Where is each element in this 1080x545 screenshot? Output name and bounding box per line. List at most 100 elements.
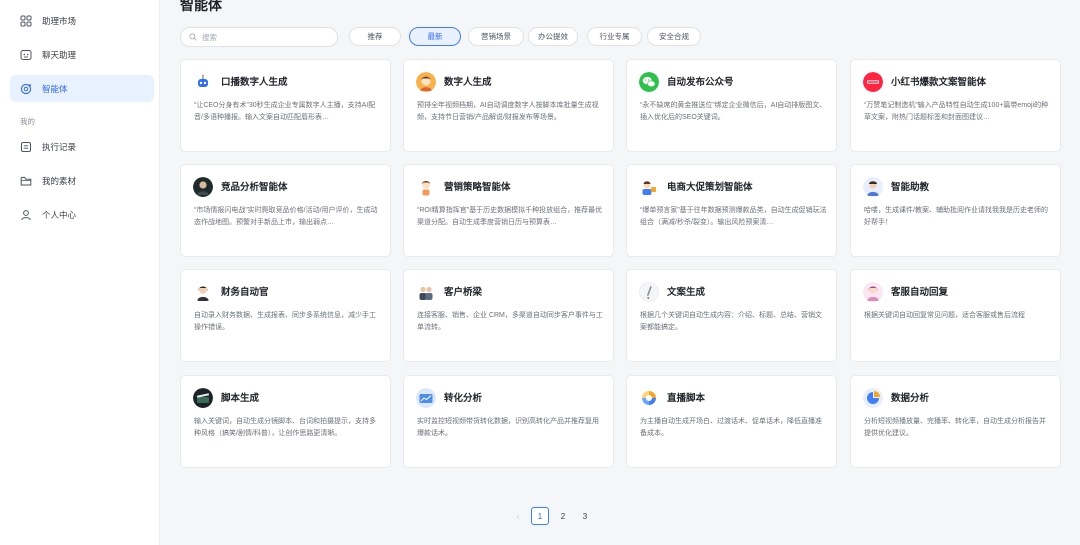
agent-card-desc: 实时监控短视频带货转化数据，识别高转化产品并推荐复用爆款话术。 <box>417 418 599 437</box>
agent-card-title: 智能助教 <box>891 182 930 193</box>
agent-card-title: 竞品分析智能体 <box>221 182 288 193</box>
sidebar-item-label: 个人中心 <box>42 209 77 220</box>
grid-icon <box>20 15 32 27</box>
sidebar-item-label: 我的素材 <box>42 175 77 186</box>
analyst-avatar-icon <box>193 177 213 197</box>
search-input[interactable] <box>202 32 322 42</box>
agent-card[interactable]: 转化分析 实时监控短视频带货转化数据，识别高转化产品并推荐复用爆款话术。 <box>403 375 614 468</box>
bridge-avatar-icon <box>416 282 436 302</box>
folder-icon <box>20 175 32 187</box>
live-avatar-icon <box>639 388 659 408</box>
agent-card-desc: 自动录入财务数据、生成报表、同步多系统信息，减少手工操作错误。 <box>194 312 376 331</box>
agent-card-desc: 为主播自动生成开场白、过渡话术、促单话术，降低直播准备成本。 <box>640 418 822 437</box>
agent-card-title: 客服自动回复 <box>891 287 949 298</box>
agent-card-title: 电商大促策划智能体 <box>667 182 753 193</box>
pagination-page-3[interactable]: 3 <box>576 507 594 525</box>
agent-card-desc: 哈喽，生成课件/教案、辅助批阅作业请找我我是历史老师的好帮手！ <box>864 207 1048 226</box>
agent-card-desc: 预排全年视频档期，AI自动调度数字人按脚本库批量生成视频，支持节日营销/产品解说… <box>417 102 599 121</box>
agent-card-title: 数据分析 <box>891 393 930 404</box>
agent-card[interactable]: 财务自动官 自动录入财务数据、生成报表、同步多系统信息，减少手工操作错误。 <box>180 269 391 362</box>
agent-card[interactable]: 直播脚本 为主播自动生成开场白、过渡话术、促单话术，降低直播准备成本。 <box>626 375 837 468</box>
agent-card[interactable]: 脚本生成 输入关键词，自动生成分镜脚本、台词和拍摄提示，支持多种风格（搞笑/剧情… <box>180 375 391 468</box>
wechat-icon <box>639 72 659 92</box>
agent-card-title: 脚本生成 <box>221 393 260 404</box>
user-icon <box>20 209 32 221</box>
pagination-page-2[interactable]: 2 <box>554 507 572 525</box>
agent-card[interactable]: 客服自动回复 根据关键词自动回复常见问题，适合客服或售后流程 <box>850 269 1061 362</box>
pagination-page-1[interactable]: 1 <box>531 507 549 525</box>
agent-card-title: 小红书爆款文案智能体 <box>891 77 987 88</box>
agent-card[interactable]: 口播数字人生成 “让CEO分身有术”30秒生成企业专属数字人主播，支持AI配音/… <box>180 59 391 152</box>
agent-card-title: 数字人生成 <box>444 77 492 88</box>
agent-card[interactable]: 客户桥梁 连接客服、销售、企业 CRM，多渠道自动同步客户事件与工单流转。 <box>403 269 614 362</box>
chart-avatar-icon <box>863 388 883 408</box>
agent-card-title: 转化分析 <box>444 393 483 404</box>
agent-card-desc: 根据关键词自动回复常见问题，适合客服或售后流程 <box>864 312 1025 319</box>
agent-card-desc: “爆单预言家”基于往年数据预测爆款品类，自动生成促销玩法组合（满减/秒杀/裂变）… <box>640 207 827 226</box>
sidebar-item-personal-center[interactable]: 个人中心 <box>10 201 154 228</box>
person-avatar-icon <box>416 72 436 92</box>
shopping-avatar-icon <box>639 177 659 197</box>
pagination-prev-icon[interactable]: ‹ <box>509 507 527 525</box>
agent-card[interactable]: 智能助教 哈喽，生成课件/教案、辅助批阅作业请找我我是历史老师的好帮手！ <box>850 164 1061 257</box>
teacher-avatar-icon <box>863 177 883 197</box>
sidebar-item-label: 执行记录 <box>42 141 77 152</box>
agent-card-desc: 连接客服、销售、企业 CRM，多渠道自动同步客户事件与工单流转。 <box>417 312 603 331</box>
sidebar-item-label: 聊天助理 <box>42 49 77 60</box>
agent-card-desc: 输入关键词，自动生成分镜脚本、台词和拍摄提示，支持多种风格（搞笑/剧情/科普），… <box>194 418 376 437</box>
girl-avatar-icon <box>416 177 436 197</box>
agent-card[interactable]: 文案生成 根据几个关键词自动生成内容：介绍、标题、总结、营销文案都能搞定。 <box>626 269 837 362</box>
service-avatar-icon <box>863 282 883 302</box>
agent-card[interactable]: 营销策略智能体 “ROI精算指挥官”基于历史数据模拟千种投放组合，推荐最优渠道分… <box>403 164 614 257</box>
script-avatar-icon <box>193 388 213 408</box>
filter-chip-marketing[interactable]: 营销场景 <box>468 27 524 46</box>
agent-card-desc: “永不缺席的黄金推送位”绑定企业微信后，AI自动排版图文、插入优化后的SEO关键… <box>640 102 827 121</box>
agent-card-desc: 分析短视频播放量、完播率、转化率，自动生成分析报告并提供优化建议。 <box>864 418 1046 437</box>
pen-avatar-icon <box>639 282 659 302</box>
agent-card[interactable]: 数字人生成 预排全年视频档期，AI自动调度数字人按脚本库批量生成视频，支持节日营… <box>403 59 614 152</box>
agent-card-desc: “让CEO分身有术”30秒生成企业专属数字人主播，支持AI配音/多语种播报。输入… <box>194 102 376 121</box>
agent-card-title: 财务自动官 <box>221 287 269 298</box>
agent-card[interactable]: 自动发布公众号 “永不缺席的黄金推送位”绑定企业微信后，AI自动排版图文、插入优… <box>626 59 837 152</box>
filter-chip-recommended[interactable]: 推荐 <box>349 27 401 46</box>
filter-chip-industry[interactable]: 行业专属 <box>587 27 642 46</box>
agent-card[interactable]: 竞品分析智能体 “市场情报闪电战”实时爬取竞品价格/活动/用户评价，生成动态作战… <box>180 164 391 257</box>
sidebar-item-label: 助理市场 <box>42 15 77 26</box>
agent-card-title: 文案生成 <box>667 287 706 298</box>
sidebar-item-chat-assistant[interactable]: 聊天助理 <box>10 41 154 68</box>
agent-card-desc: “市场情报闪电战”实时爬取竞品价格/活动/用户评价，生成动态作战地图。预警对手新… <box>194 207 378 226</box>
agent-card[interactable]: 电商大促策划智能体 “爆单预言家”基于往年数据预测爆款品类，自动生成促销玩法组合… <box>626 164 837 257</box>
conversion-avatar-icon <box>416 388 436 408</box>
agent-card-desc: 根据几个关键词自动生成内容：介绍、标题、总结、营销文案都能搞定。 <box>640 312 822 331</box>
sidebar-item-my-materials[interactable]: 我的素材 <box>10 167 154 194</box>
agent-card-desc: “ROI精算指挥官”基于历史数据模拟千种投放组合，推荐最优渠道分配。自动生成季度… <box>417 207 603 226</box>
page-title: 智能体 <box>180 0 222 13</box>
sidebar-item-agents[interactable]: 智能体 <box>10 75 154 102</box>
filter-chip-office[interactable]: 办公提效 <box>528 27 578 46</box>
sidebar-section-my: 我的 <box>20 117 35 126</box>
main-content: 智能体 推荐 最新 营销场景 办公提效 行业专属 安全合规 口播数字人生成 “让… <box>161 0 1080 545</box>
agent-icon <box>20 83 32 95</box>
agent-card-title: 直播脚本 <box>667 393 706 404</box>
sidebar-item-execution-records[interactable]: 执行记录 <box>10 133 154 160</box>
sidebar-item-label: 智能体 <box>42 83 68 94</box>
agent-card-title: 自动发布公众号 <box>667 77 734 88</box>
agent-card[interactable]: 小红书爆款文案智能体 “万赞笔记制造机”输入产品特性自动生成100+篇带emoj… <box>850 59 1061 152</box>
agent-card[interactable]: 数据分析 分析短视频播放量、完播率、转化率，自动生成分析报告并提供优化建议。 <box>850 375 1061 468</box>
search-box[interactable] <box>180 27 338 47</box>
agent-card-title: 客户桥梁 <box>444 287 483 298</box>
search-icon <box>189 33 197 41</box>
agent-card-desc: “万赞笔记制造机”输入产品特性自动生成100+篇带emoji的种草文案，附热门话… <box>864 102 1049 121</box>
pagination: ‹ 1 2 3 <box>509 507 599 525</box>
xiaohongshu-icon <box>863 72 883 92</box>
agent-card-title: 口播数字人生成 <box>221 77 288 88</box>
chat-bot-icon <box>20 49 32 61</box>
sidebar: 助理市场 聊天助理 智能体 我的 执行记录 我的素材 个人中心 <box>0 0 160 545</box>
record-icon <box>20 141 32 153</box>
finance-avatar-icon <box>193 282 213 302</box>
agent-card-title: 营销策略智能体 <box>444 182 511 193</box>
filter-chip-latest[interactable]: 最新 <box>409 27 461 46</box>
sidebar-item-assistant-market[interactable]: 助理市场 <box>10 7 154 34</box>
filter-chip-security[interactable]: 安全合规 <box>647 27 701 46</box>
robot-avatar-icon <box>193 72 213 92</box>
